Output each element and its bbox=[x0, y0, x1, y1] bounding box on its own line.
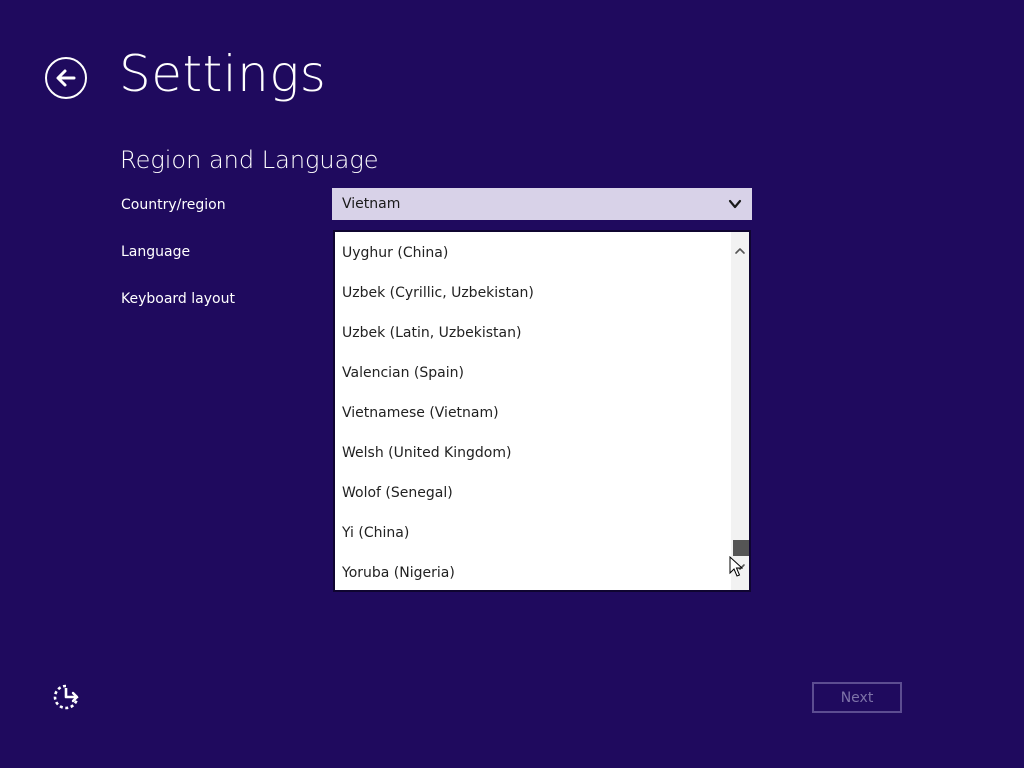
back-button[interactable] bbox=[45, 57, 87, 99]
language-option[interactable]: Uzbek (Cyrillic, Uzbekistan) bbox=[342, 281, 534, 305]
next-button[interactable]: Next bbox=[812, 682, 902, 713]
language-option[interactable]: Valencian (Spain) bbox=[342, 361, 464, 385]
country-region-select[interactable]: Vietnam bbox=[332, 188, 752, 220]
mouse-pointer-icon bbox=[729, 556, 743, 577]
language-option[interactable]: Yi (China) bbox=[342, 521, 409, 545]
language-label: Language bbox=[121, 244, 191, 260]
language-option[interactable]: Yoruba (Nigeria) bbox=[342, 561, 455, 585]
dropdown-scrollbar[interactable] bbox=[731, 232, 749, 590]
language-option[interactable]: Wolof (Senegal) bbox=[342, 481, 453, 505]
page-title: Settings bbox=[119, 45, 327, 103]
ease-of-access-icon[interactable] bbox=[52, 683, 80, 711]
arrow-left-icon bbox=[56, 69, 76, 87]
language-dropdown-list[interactable]: Uyghur (China) Uzbek (Cyrillic, Uzbekist… bbox=[333, 230, 751, 592]
language-option[interactable]: Welsh (United Kingdom) bbox=[342, 441, 511, 465]
language-option[interactable]: Vietnamese (Vietnam) bbox=[342, 401, 499, 425]
language-option[interactable]: Uzbek (Latin, Uzbekistan) bbox=[342, 321, 521, 345]
language-option[interactable]: Uyghur (China) bbox=[342, 241, 448, 265]
section-title: Region and Language bbox=[120, 146, 379, 174]
scroll-up-arrow-icon[interactable] bbox=[733, 244, 747, 258]
country-region-label: Country/region bbox=[121, 197, 226, 213]
country-region-value: Vietnam bbox=[342, 196, 401, 212]
keyboard-layout-label: Keyboard layout bbox=[121, 291, 235, 307]
chevron-down-icon bbox=[728, 197, 742, 211]
scroll-thumb[interactable] bbox=[733, 540, 749, 556]
